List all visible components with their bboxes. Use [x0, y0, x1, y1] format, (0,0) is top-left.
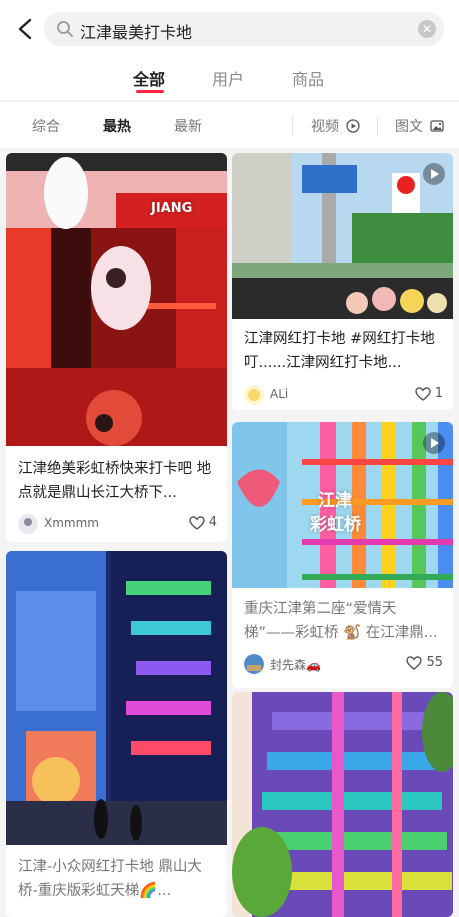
note-card[interactable]: JIANG 江津绝美彩虹桥快来打卡吧 地点就是鼎山长江大桥下... Xmmmm …: [6, 153, 227, 542]
search-icon: [57, 21, 73, 37]
cover-image: [232, 153, 453, 319]
cover-image: [6, 153, 227, 446]
author-name: 封先森🚗: [270, 658, 321, 672]
back-button[interactable]: [12, 14, 38, 44]
play-circle-icon: [346, 119, 360, 133]
avatar: [18, 514, 38, 534]
filter-comprehensive[interactable]: 综合: [32, 116, 60, 136]
note-title: 江津-小众网红打卡地 鼎山大桥-重庆版彩虹天梯🌈...: [18, 859, 202, 899]
cover-sign-text: JIANG: [151, 201, 193, 216]
back-arrow-icon: [18, 18, 32, 40]
tab-all[interactable]: 全部: [133, 66, 165, 90]
image-icon: [430, 120, 444, 132]
heart-icon: [406, 655, 423, 670]
note-meta: 封先森🚗 55: [244, 654, 443, 676]
note-card[interactable]: 江津网红打卡地 #网红打卡地 叮......江津网红打卡地... ALi 1: [232, 153, 453, 410]
filter-bar: 综合 最热 最新 视频 图文: [0, 101, 459, 148]
like-count: 1: [434, 386, 443, 401]
note-title: 江津网红打卡地 #网红打卡地 叮......江津网红打卡地...: [244, 331, 435, 371]
cover-caption-line2: 彩虹桥: [310, 515, 361, 535]
divider: [377, 116, 378, 136]
note-meta: Xmmmm 4: [18, 514, 217, 536]
avatar: [244, 654, 264, 674]
like-count: 4: [208, 515, 217, 530]
filter-hottest[interactable]: 最热: [103, 116, 131, 136]
filter-newest[interactable]: 最新: [174, 116, 202, 136]
note-meta: ALi 1: [244, 385, 443, 407]
tab-users[interactable]: 用户: [212, 66, 244, 90]
video-badge: [423, 163, 445, 185]
author-name: ALi: [270, 387, 289, 401]
filter-video[interactable]: 视频: [311, 116, 339, 136]
cover-image: [232, 692, 453, 917]
cover-caption-line1: 江津: [318, 491, 352, 511]
like-button[interactable]: 4: [189, 515, 217, 530]
like-button[interactable]: 55: [406, 655, 443, 670]
filter-image-text[interactable]: 图文: [395, 116, 423, 136]
note-card[interactable]: 江津-小众网红打卡地 鼎山大桥-重庆版彩虹天梯🌈...: [6, 551, 227, 917]
clear-icon[interactable]: ✕: [418, 20, 436, 38]
search-query: 江津最美打卡地: [80, 23, 193, 42]
cover-image: [6, 551, 227, 845]
like-button[interactable]: 1: [415, 386, 443, 401]
video-badge: [423, 432, 445, 454]
tab-products[interactable]: 商品: [292, 66, 324, 90]
heart-icon: [415, 386, 431, 401]
avatar: [244, 385, 264, 405]
search-input[interactable]: 江津最美打卡地 ✕: [44, 12, 444, 46]
like-count: 55: [426, 655, 443, 670]
top-bar: 江津最美打卡地 ✕: [0, 0, 459, 58]
note-title: 江津绝美彩虹桥快来打卡吧 地点就是鼎山长江大桥下...: [18, 461, 212, 501]
note-card[interactable]: [232, 692, 453, 917]
divider: [292, 116, 293, 136]
author-name: Xmmmm: [44, 516, 99, 530]
result-tabs: 全部 用户 商品: [0, 58, 459, 100]
heart-icon: [189, 515, 205, 530]
note-title: 重庆江津第二座“爱情天梯”——彩虹桥 🐒 在江津鼎...: [244, 601, 438, 641]
note-card[interactable]: 江津 彩虹桥 重庆江津第二座“爱情天梯”——彩虹桥 🐒 在江津鼎... 封先森🚗…: [232, 422, 453, 688]
active-tab-indicator: [136, 90, 164, 93]
